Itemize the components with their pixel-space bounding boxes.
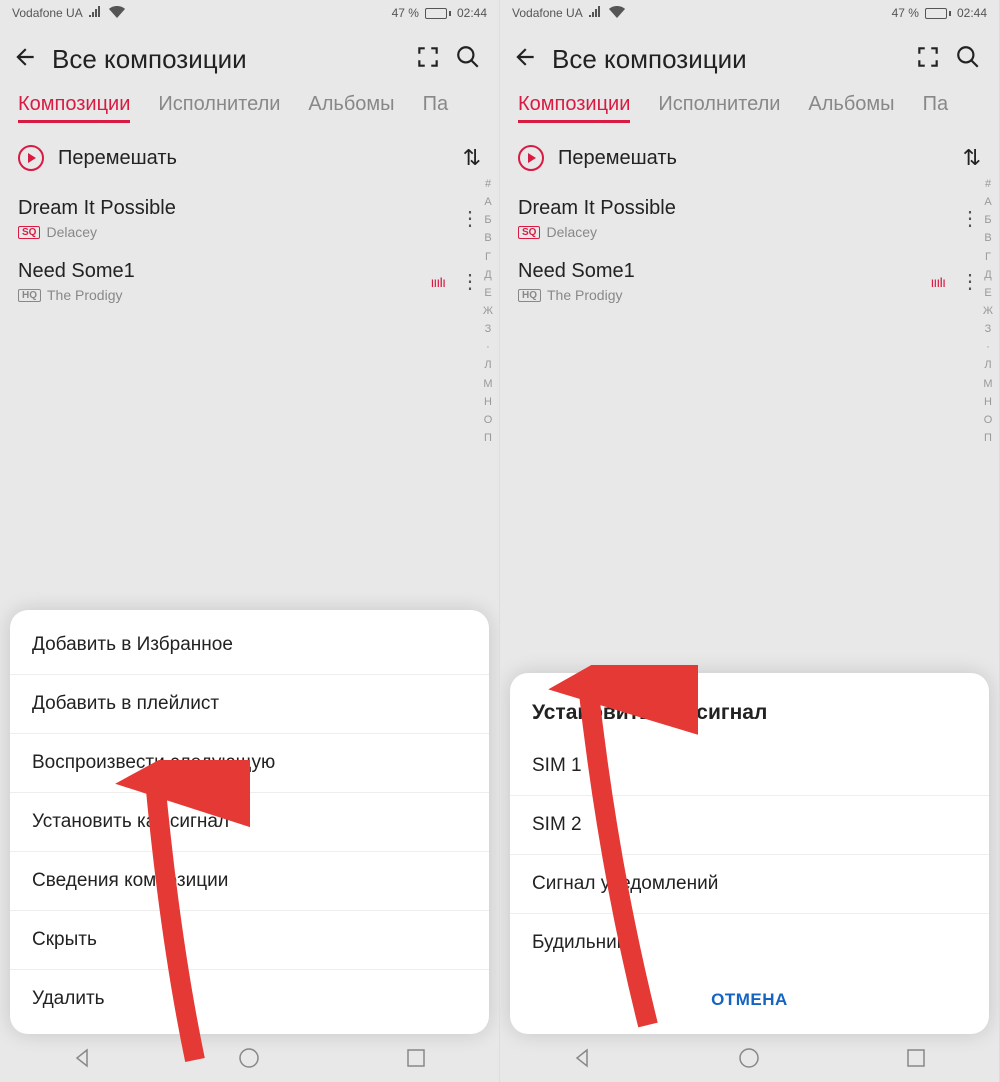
battery-icon [425,8,451,19]
status-bar: Vodafone UA 47 % 02:44 [500,0,999,26]
header: Все композиции [500,26,999,93]
nav-back-icon[interactable] [71,1046,95,1075]
back-icon[interactable] [12,44,38,75]
song-artist: Delacey [46,224,97,240]
shuffle-label: Перемешать [558,147,949,170]
menu-set-ringtone[interactable]: Установить как сигнал [10,793,489,852]
quality-badge: SQ [518,226,540,239]
tabs: Композиции Исполнители Альбомы Па [500,93,999,129]
equalizer-icon: ıııIı [431,274,445,290]
song-artist: The Prodigy [547,287,622,303]
clock: 02:44 [457,6,487,20]
header: Все композиции [0,26,499,93]
signal-icon [589,6,603,20]
nav-recent-icon[interactable] [904,1046,928,1075]
menu-song-info[interactable]: Сведения композиции [10,852,489,911]
ringtone-dialog: Установить как сигнал SIM 1 SIM 2 Сигнал… [510,673,989,1034]
back-icon[interactable] [512,44,538,75]
tabs: Композиции Исполнители Альбомы Па [0,93,499,129]
clock: 02:44 [957,6,987,20]
wifi-icon [109,6,125,21]
tab-albums[interactable]: Альбомы [808,93,894,123]
song-item[interactable]: Need Some1 HQ The Prodigy ıııIı ⋮ [518,250,981,313]
search-icon[interactable] [955,44,981,75]
phone-right: Vodafone UA 47 % 02:44 Все композиции [500,0,1000,1082]
song-title: Need Some1 [518,260,931,283]
tab-songs[interactable]: Композиции [518,93,630,123]
signal-icon [89,6,103,20]
song-title: Dream It Possible [18,197,459,220]
play-icon [518,145,544,171]
song-title: Dream It Possible [518,197,959,220]
page-title: Все композиции [52,44,401,75]
nav-home-icon[interactable] [237,1046,261,1075]
menu-play-next[interactable]: Воспроизвести следующую [10,734,489,793]
tab-artists[interactable]: Исполнители [158,93,280,123]
alpha-index[interactable]: #АБ ВГД ЕЖЗ ·ЛМ НОП [481,175,495,447]
option-alarm[interactable]: Будильник [510,914,989,972]
scan-icon[interactable] [415,44,441,75]
nav-home-icon[interactable] [737,1046,761,1075]
song-artist: Delacey [546,224,597,240]
nav-bar [0,1038,499,1082]
menu-delete[interactable]: Удалить [10,970,489,1028]
tab-songs[interactable]: Композиции [18,93,130,123]
battery-pct: 47 % [892,6,919,20]
carrier-label: Vodafone UA [512,6,583,20]
quality-badge: HQ [18,289,41,302]
equalizer-icon: ıııIı [931,274,945,290]
tab-artists[interactable]: Исполнители [658,93,780,123]
cancel-button[interactable]: ОТМЕНА [510,972,989,1028]
battery-pct: 47 % [392,6,419,20]
menu-add-playlist[interactable]: Добавить в плейлист [10,675,489,734]
nav-bar [500,1038,999,1082]
phone-left: Vodafone UA 47 % 02:44 Все композиции [0,0,500,1082]
context-menu: Добавить в Избранное Добавить в плейлист… [10,610,489,1034]
song-artist: The Prodigy [47,287,122,303]
shuffle-label: Перемешать [58,147,449,170]
menu-add-favorite[interactable]: Добавить в Избранное [10,616,489,675]
song-title: Need Some1 [18,260,431,283]
shuffle-row[interactable]: Перемешать ⇅ [18,129,481,187]
sort-icon[interactable]: ⇅ [463,145,481,171]
more-icon[interactable]: ⋮ [459,206,481,231]
dialog-title: Установить как сигнал [510,679,989,737]
more-icon[interactable]: ⋮ [959,269,981,294]
battery-icon [925,8,951,19]
search-icon[interactable] [455,44,481,75]
nav-recent-icon[interactable] [404,1046,428,1075]
option-notification[interactable]: Сигнал уведомлений [510,855,989,914]
nav-back-icon[interactable] [571,1046,595,1075]
more-icon[interactable]: ⋮ [459,269,481,294]
tab-more[interactable]: Па [423,93,449,123]
scan-icon[interactable] [915,44,941,75]
song-item[interactable]: Dream It Possible SQ Delacey ⋮ [18,187,481,250]
wifi-icon [609,6,625,21]
page-title: Все композиции [552,44,901,75]
menu-hide[interactable]: Скрыть [10,911,489,970]
alpha-index[interactable]: #АБ ВГД ЕЖЗ ·ЛМ НОП [981,175,995,447]
tab-more[interactable]: Па [923,93,949,123]
option-sim2[interactable]: SIM 2 [510,796,989,855]
more-icon[interactable]: ⋮ [959,206,981,231]
status-bar: Vodafone UA 47 % 02:44 [0,0,499,26]
sort-icon[interactable]: ⇅ [963,145,981,171]
tab-albums[interactable]: Альбомы [308,93,394,123]
shuffle-row[interactable]: Перемешать ⇅ [518,129,981,187]
quality-badge: HQ [518,289,541,302]
quality-badge: SQ [18,226,40,239]
song-item[interactable]: Need Some1 HQ The Prodigy ıııIı ⋮ [18,250,481,313]
carrier-label: Vodafone UA [12,6,83,20]
play-icon [18,145,44,171]
option-sim1[interactable]: SIM 1 [510,737,989,796]
song-item[interactable]: Dream It Possible SQ Delacey ⋮ [518,187,981,250]
